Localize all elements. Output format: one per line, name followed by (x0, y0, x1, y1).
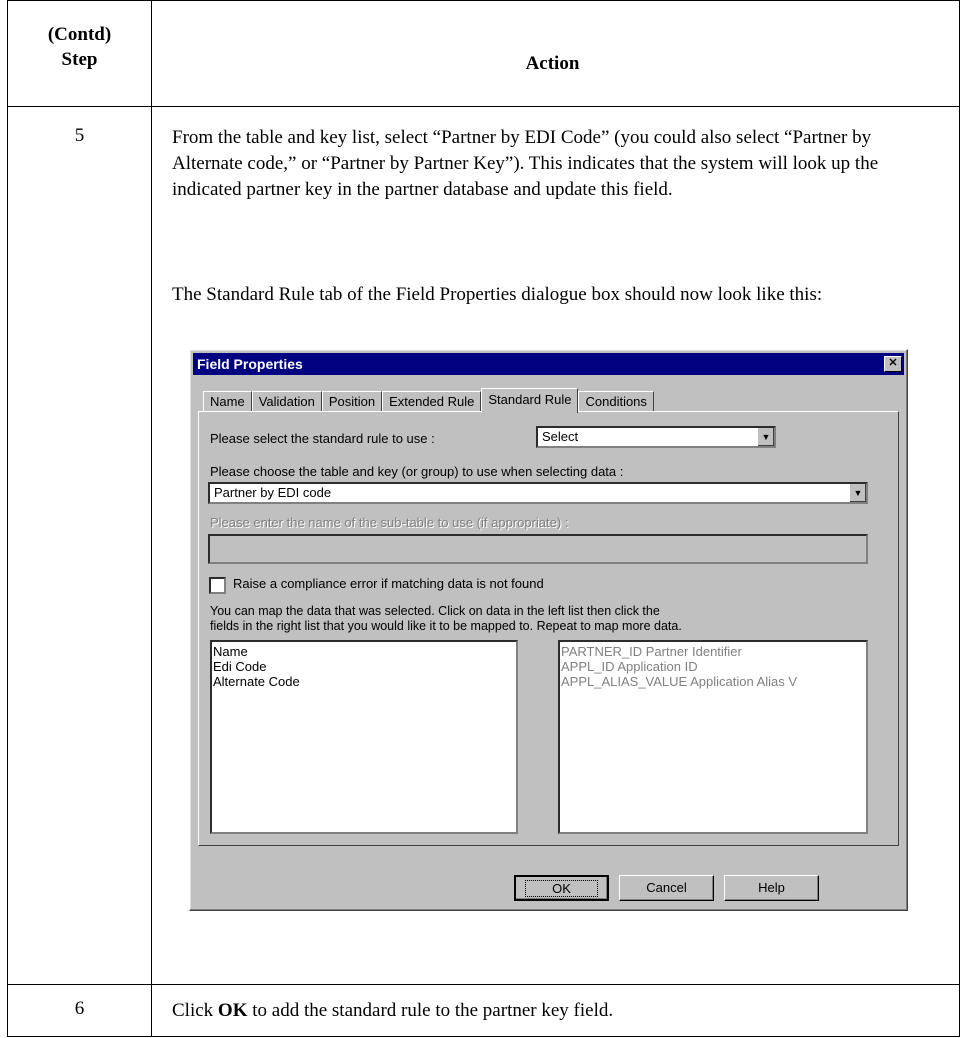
target-field-list[interactable]: PARTNER_ID Partner Identifier APPL_ID Ap… (558, 640, 868, 834)
chevron-down-icon[interactable]: ▼ (757, 428, 774, 446)
cancel-button[interactable]: Cancel (619, 875, 714, 901)
table-border-top (7, 0, 960, 1)
action-column-header: Action (525, 53, 580, 74)
tab-strip: Name Validation Position Extended Rule S… (203, 388, 654, 413)
table-border-bottom (7, 1036, 960, 1037)
table-key-select-value: Partner by EDI code (214, 485, 332, 500)
list-item[interactable]: APPL_ALIAS_VALUE Application Alias V (561, 674, 865, 689)
table-border-left (7, 0, 8, 1037)
tab-position[interactable]: Position (321, 391, 383, 412)
ok-button-label: OK (525, 880, 598, 897)
column-divider (151, 0, 152, 1037)
step-header-line2: Step (61, 49, 98, 70)
step-number: 5 (74, 125, 85, 146)
step-5-paragraph-1: From the table and key list, select “Par… (172, 127, 879, 200)
source-data-list[interactable]: Name Edi Code Alternate Code (210, 640, 518, 834)
dialog-title: Field Properties (197, 356, 303, 372)
rule-select[interactable]: Select ▼ (536, 426, 776, 448)
subtable-input[interactable] (208, 534, 868, 564)
table-key-label: Please choose the table and key (or grou… (210, 464, 624, 479)
list-item[interactable]: Alternate Code (213, 674, 515, 689)
step-6-ok-emphasis: OK (217, 1000, 248, 1021)
map-hint-line-2: fields in the right list that you would … (210, 619, 682, 633)
help-button[interactable]: Help (724, 875, 819, 901)
rule-label: Please select the standard rule to use : (210, 431, 435, 446)
standard-rule-panel: Please select the standard rule to use :… (198, 411, 899, 846)
tab-standard-rule[interactable]: Standard Rule (481, 388, 579, 413)
rule-select-value: Select (542, 429, 579, 444)
step-6-text-before: Click (172, 1000, 218, 1021)
tab-conditions[interactable]: Conditions (578, 391, 654, 412)
list-item[interactable]: Edi Code (213, 659, 515, 674)
list-item[interactable]: APPL_ID Application ID (561, 659, 865, 674)
map-hint-line-1: You can map the data that was selected. … (210, 604, 660, 618)
row-divider (7, 984, 960, 985)
tab-name[interactable]: Name (203, 391, 252, 412)
step-6-text: Click OK to add the standard rule to the… (172, 998, 942, 1024)
field-properties-dialog: Field Properties ✕ Name Validation Posit… (189, 349, 908, 911)
step-number: 6 (74, 998, 85, 1019)
compliance-error-checkbox[interactable] (209, 577, 226, 594)
close-icon[interactable]: ✕ (884, 356, 902, 372)
dialog-titlebar: Field Properties ✕ (193, 353, 904, 375)
tab-extended-rule[interactable]: Extended Rule (382, 391, 482, 412)
step-header-line1: (Contd) (47, 24, 112, 45)
table-key-select[interactable]: Partner by EDI code ▼ (208, 482, 868, 504)
chevron-down-icon[interactable]: ▼ (849, 484, 866, 502)
step-6-text-after: to add the standard rule to the partner … (247, 1000, 614, 1021)
table-border-right (959, 0, 960, 1037)
tab-validation[interactable]: Validation (251, 391, 322, 412)
list-item[interactable]: PARTNER_ID Partner Identifier (561, 644, 865, 659)
step-5-paragraph-2: The Standard Rule tab of the Field Prope… (172, 284, 823, 305)
header-divider (7, 106, 960, 107)
step-column-header: (Contd) Step (8, 22, 151, 72)
subtable-label: Please enter the name of the sub-table t… (210, 515, 569, 530)
list-item[interactable]: Name (213, 644, 515, 659)
ok-button[interactable]: OK (514, 875, 609, 901)
compliance-error-label: Raise a compliance error if matching dat… (233, 576, 544, 591)
